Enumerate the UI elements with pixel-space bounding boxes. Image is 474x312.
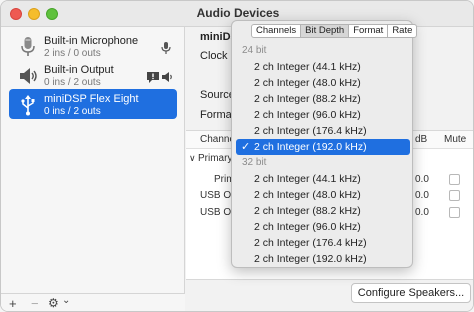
device-name: Built-in Microphone: [44, 35, 139, 47]
column-mute: Mute: [444, 134, 467, 145]
window-title: Audio Devices: [196, 6, 280, 20]
group-label-24-bit: 24 bit: [242, 45, 267, 56]
gear-icon[interactable]: ⚙: [48, 296, 59, 310]
device-name: miniDSP Flex Eight: [44, 93, 139, 105]
checkmark-icon: ✓: [241, 141, 251, 153]
format-popup-menu: Channels Bit Depth Format Rate 24 bit 2 …: [231, 20, 418, 268]
group-primary-label: Primary: [198, 153, 233, 164]
chevron-down-icon[interactable]: ⌄: [62, 295, 70, 306]
input-microphone-icon: [161, 42, 171, 54]
menu-item[interactable]: 2 ch Integer (96.0 kHz): [236, 107, 410, 123]
menu-item-selected[interactable]: ✓ 2 ch Integer (192.0 kHz): [236, 139, 410, 155]
output-speaker-icon: [162, 72, 172, 82]
column-db: dB: [415, 134, 428, 145]
channel-row-db: 0.0: [415, 207, 429, 218]
mute-checkbox[interactable]: [449, 207, 460, 218]
group-label-32-bit: 32 bit: [242, 157, 267, 168]
source-label: Source: [200, 89, 235, 101]
usb-icon: [21, 95, 35, 116]
menu-item[interactable]: 2 ch Integer (44.1 kHz): [236, 171, 410, 187]
menu-item[interactable]: 2 ch Integer (44.1 kHz): [236, 59, 410, 75]
device-io-count: 2 ins / 0 outs: [44, 48, 101, 59]
menu-item[interactable]: 2 ch Integer (48.0 kHz): [236, 187, 410, 203]
device-item-built-in-output[interactable]: Built-in Output 0 ins / 2 outs: [9, 60, 177, 90]
tab-format[interactable]: Format: [349, 25, 389, 37]
format-filter-tabs: Channels Bit Depth Format Rate: [251, 24, 418, 38]
menu-item[interactable]: 2 ch Integer (96.0 kHz): [236, 219, 410, 235]
device-item-minidsp-flex-eight[interactable]: miniDSP Flex Eight 0 ins / 2 outs: [9, 89, 177, 119]
menu-item[interactable]: 2 ch Integer (176.4 kHz): [236, 123, 410, 139]
tab-bit-depth[interactable]: Bit Depth: [301, 25, 350, 37]
speaker-icon: [20, 68, 37, 84]
device-item-built-in-microphone[interactable]: Built-in Microphone 2 ins / 0 outs: [9, 31, 177, 61]
menu-item[interactable]: 2 ch Integer (88.2 kHz): [236, 203, 410, 219]
disclosure-arrow-icon[interactable]: ∨: [189, 153, 196, 164]
menu-item[interactable]: 2 ch Integer (176.4 kHz): [236, 235, 410, 251]
configure-speakers-button[interactable]: Configure Speakers...: [351, 283, 471, 303]
device-io-count: 0 ins / 2 outs: [44, 106, 101, 117]
channel-row-db: 0.0: [415, 174, 429, 185]
mute-checkbox[interactable]: [449, 174, 460, 185]
tab-channels[interactable]: Channels: [252, 25, 302, 37]
channel-row-db: 0.0: [415, 190, 429, 201]
device-io-count: 0 ins / 2 outs: [44, 77, 101, 88]
audio-devices-window: Audio Devices Built-in Microphone 2 ins …: [0, 0, 474, 312]
menu-item[interactable]: 2 ch Integer (48.0 kHz): [236, 75, 410, 91]
remove-device-button[interactable]: −: [31, 296, 39, 311]
microphone-icon: [21, 37, 35, 56]
format-label: Format: [200, 109, 235, 121]
mute-checkbox[interactable]: [449, 190, 460, 201]
add-device-button[interactable]: +: [9, 296, 17, 311]
alert-bubble-icon: [147, 72, 159, 83]
tab-rate[interactable]: Rate: [388, 25, 416, 37]
sidebar-footer: + − ⚙ ⌄: [1, 293, 185, 311]
device-sidebar: Built-in Microphone 2 ins / 0 outs Built…: [1, 27, 185, 311]
device-name: Built-in Output: [44, 64, 114, 76]
menu-item[interactable]: 2 ch Integer (88.2 kHz): [236, 91, 410, 107]
menu-item[interactable]: 2 ch Integer (192.0 kHz): [236, 251, 410, 267]
